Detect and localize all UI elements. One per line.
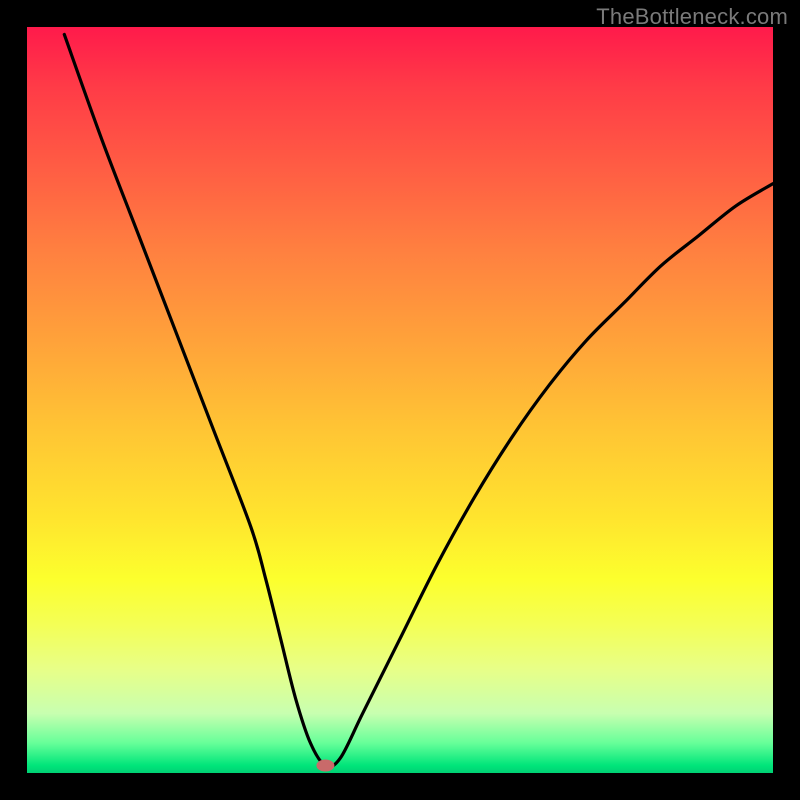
chart-frame: TheBottleneck.com bbox=[0, 0, 800, 800]
optimal-point-marker bbox=[316, 760, 334, 772]
watermark-text: TheBottleneck.com bbox=[596, 4, 788, 30]
plot-area bbox=[27, 27, 773, 773]
curve-svg bbox=[27, 27, 773, 773]
bottleneck-curve bbox=[64, 34, 773, 766]
